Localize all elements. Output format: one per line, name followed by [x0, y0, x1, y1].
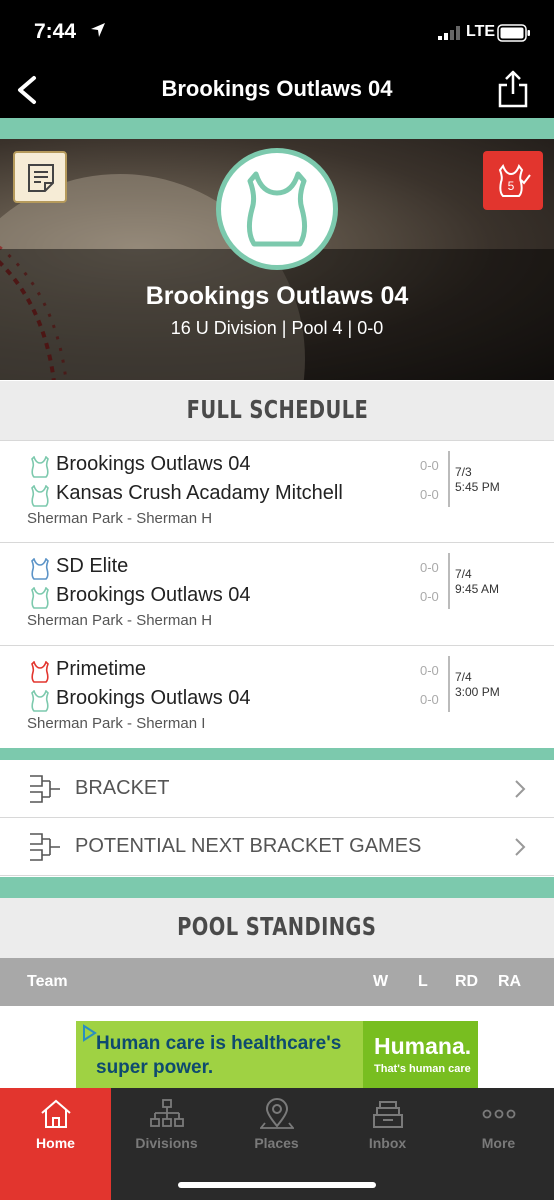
team-avatar — [216, 148, 338, 270]
battery-icon — [497, 24, 530, 42]
map-pin-icon — [260, 1098, 294, 1129]
divider — [448, 451, 450, 507]
tab-places-label: Places — [254, 1135, 299, 1151]
game-time: 9:45 AM — [455, 582, 500, 596]
ad-tagline: That's human care — [374, 1063, 471, 1075]
favorite-jersey-icon: 5 — [498, 163, 531, 197]
ad-message: Human care is healthcare's super power. — [96, 1032, 341, 1080]
pool-standings-heading: POOL STANDINGS — [0, 898, 554, 958]
notes-icon — [28, 164, 54, 192]
team-name: Brookings Outlaws 04 — [56, 687, 251, 709]
team-division-info: 16 U Division | Pool 4 | 0-0 — [170, 318, 384, 338]
game-location: Sherman Park - Sherman H — [27, 612, 213, 629]
accent-strip — [0, 877, 554, 898]
bracket-label: BRACKET — [75, 777, 170, 799]
tab-home[interactable]: Home — [0, 1088, 111, 1200]
nav-bar: Brookings Outlaws 04 — [0, 62, 554, 118]
team-jersey-icon — [31, 456, 49, 478]
team-name: SD Elite — [56, 555, 129, 577]
game-row-3[interactable]: Primetime 0-0 Brookings Outlaws 04 0-0 7… — [0, 646, 554, 748]
team-jersey-icon — [31, 558, 49, 580]
divider — [448, 553, 450, 609]
chevron-right-icon — [515, 780, 526, 798]
team-name: Brookings Outlaws 04 — [56, 584, 251, 606]
game-date: 7/4 — [455, 567, 472, 581]
status-time: 7:44 — [34, 20, 77, 43]
game-row-1[interactable]: Brookings Outlaws 04 0-0 Kansas Crush Ac… — [0, 440, 554, 543]
potential-bracket-games-link[interactable]: POTENTIAL NEXT BRACKET GAMES — [0, 818, 554, 876]
bracket-icon — [30, 833, 60, 861]
ad-line-1: Human care is healthcare's — [96, 1033, 342, 1054]
ad-message-area: Human care is healthcare's super power. — [76, 1021, 363, 1088]
chevron-right-icon — [515, 838, 526, 856]
column-team: Team — [27, 973, 68, 990]
notes-button[interactable] — [13, 151, 67, 203]
column-wins: W — [373, 973, 389, 990]
status-bar: 7:44 LTE — [0, 0, 554, 62]
favorite-team-button[interactable]: 5 — [483, 151, 543, 210]
location-arrow-icon — [91, 23, 105, 37]
game-date: 7/3 — [455, 465, 472, 479]
column-losses: L — [418, 973, 428, 990]
score: 0-0 — [420, 663, 439, 678]
page-title: Brookings Outlaws 04 — [161, 76, 393, 101]
team-name: Brookings Outlaws 04 — [56, 453, 251, 475]
network-type: LTE — [466, 23, 496, 40]
divider — [448, 656, 450, 712]
potential-bracket-games-label: POTENTIAL NEXT BRACKET GAMES — [75, 835, 422, 857]
pool-standings-title: POOL STANDINGS — [177, 912, 377, 941]
team-name: Primetime — [56, 658, 147, 680]
share-icon[interactable] — [496, 68, 530, 110]
favorite-count: 5 — [508, 179, 515, 193]
divisions-icon — [150, 1099, 184, 1127]
tab-more[interactable]: More — [443, 1088, 554, 1200]
team-jersey-icon — [31, 587, 49, 609]
score: 0-0 — [420, 589, 439, 604]
bracket-link[interactable]: BRACKET — [0, 760, 554, 818]
score: 0-0 — [420, 487, 439, 502]
game-time: 5:45 PM — [455, 480, 500, 494]
column-runs-diff: RD — [455, 973, 479, 990]
tab-more-label: More — [481, 1135, 516, 1151]
team-jersey-icon — [31, 661, 49, 683]
team-hero: 5 Brookings Outlaws 04 16 U Division | P… — [0, 139, 554, 380]
more-dots-icon — [482, 1109, 516, 1119]
game-datetime: 7/4 9:45 AM — [455, 567, 499, 597]
game-datetime: 7/4 3:00 PM — [455, 670, 500, 700]
jersey-icon — [246, 171, 308, 247]
home-indicator[interactable] — [178, 1182, 376, 1188]
standings-table-header: Team W L RD RA — [0, 958, 554, 1006]
score: 0-0 — [420, 458, 439, 473]
tab-divisions-label: Divisions — [135, 1135, 198, 1151]
team-name: Brookings Outlaws 04 — [145, 282, 409, 310]
tab-home-label: Home — [36, 1135, 75, 1151]
game-location: Sherman Park - Sherman I — [27, 715, 206, 732]
ad-banner[interactable]: Human care is healthcare's super power. … — [76, 1021, 478, 1088]
game-time: 3:00 PM — [455, 685, 500, 699]
tab-inbox-label: Inbox — [368, 1135, 407, 1151]
game-location: Sherman Park - Sherman H — [27, 510, 213, 527]
signal-icon — [438, 26, 460, 40]
team-jersey-icon — [31, 690, 49, 712]
team-jersey-icon — [31, 485, 49, 507]
accent-strip — [0, 118, 554, 139]
accent-strip — [0, 748, 554, 760]
team-name: Kansas Crush Acadamy Mitchell — [56, 482, 343, 504]
game-row-2[interactable]: SD Elite 0-0 Brookings Outlaws 04 0-0 7/… — [0, 543, 554, 646]
inbox-icon — [373, 1101, 403, 1128]
game-datetime: 7/3 5:45 PM — [455, 465, 500, 495]
ad-brand: Humana. — [374, 1033, 472, 1059]
full-schedule-title: FULL SCHEDULE — [186, 395, 368, 424]
bracket-icon — [30, 775, 60, 803]
score: 0-0 — [420, 560, 439, 575]
full-schedule-heading: FULL SCHEDULE — [0, 381, 554, 440]
score: 0-0 — [420, 692, 439, 707]
game-date: 7/4 — [455, 670, 472, 684]
column-runs-against: RA — [498, 973, 522, 990]
home-icon — [41, 1099, 71, 1128]
ad-line-2: super power. — [96, 1057, 214, 1078]
